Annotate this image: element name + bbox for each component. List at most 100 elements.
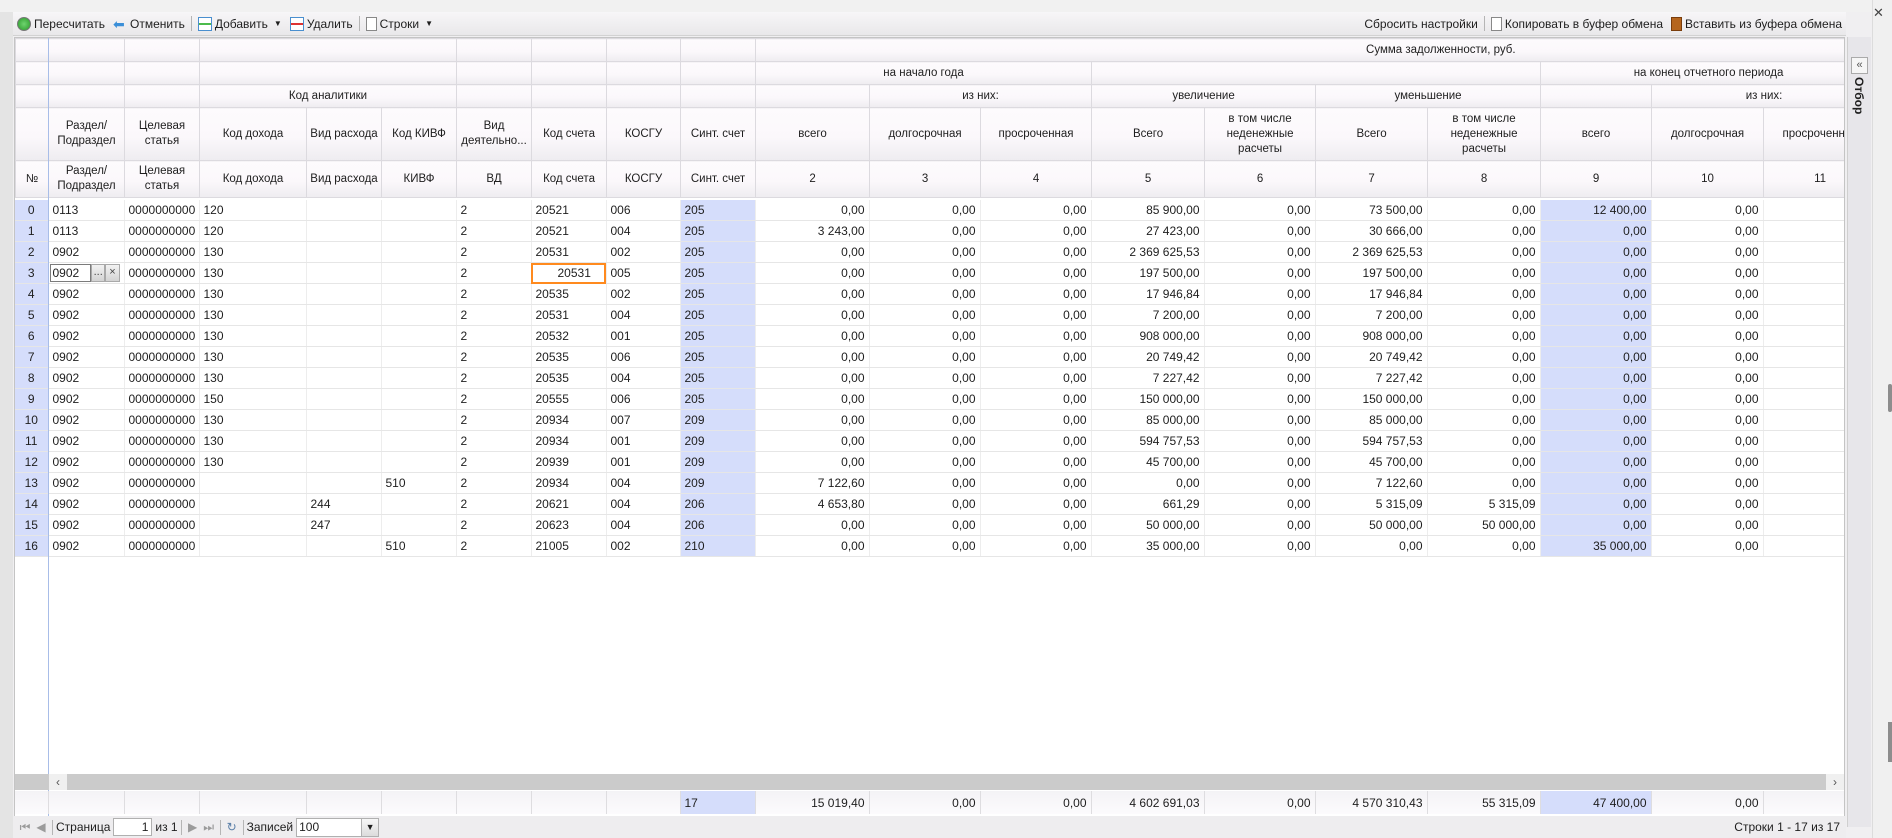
table-row[interactable]: 2 0902 0000000000 130 2 20531 002 205 0,00 0,00 0,… [15, 241, 1844, 263]
table-row[interactable]: 14 0902 0000000000 244 2 20621 004 206 4 653,80 0… [15, 493, 1844, 515]
cell[interactable]: 197 500,00 [1315, 262, 1428, 284]
cell[interactable]: 002 [606, 283, 681, 305]
cell[interactable]: 0,00 [755, 409, 870, 431]
column-header[interactable]: просроченная [1763, 107, 1844, 161]
column-header[interactable]: долгосрочная [869, 107, 982, 161]
cell[interactable]: 2 369 625,53 [1315, 241, 1428, 263]
cell[interactable]: 2 [456, 220, 532, 242]
cell[interactable]: 130 [199, 241, 307, 263]
cell[interactable]: 0,00 [1427, 409, 1541, 431]
table-row[interactable]: 15 0902 0000000000 247 2 20623 004 206 0,00 0,00 0… [15, 514, 1844, 536]
cell[interactable]: 2 [456, 241, 532, 263]
scroll-thumb[interactable] [1888, 384, 1892, 412]
cell[interactable] [306, 388, 382, 410]
cell[interactable]: 0,00 [1651, 409, 1764, 431]
cell[interactable]: 130 [199, 283, 307, 305]
cell[interactable]: 206 [680, 493, 756, 515]
cell[interactable]: 17 946,84 [1091, 283, 1205, 305]
cell[interactable]: 0,00 [1540, 262, 1652, 284]
cell[interactable]: 0,00 [869, 325, 981, 347]
cell[interactable]: 0,00 [980, 430, 1092, 452]
cell[interactable]: 2 [456, 472, 532, 494]
cell[interactable]: 661,29 [1091, 493, 1205, 515]
cell[interactable]: 0,00 [980, 535, 1092, 557]
cell[interactable]: 4 653,80 [755, 493, 870, 515]
row-number[interactable]: 9 [15, 388, 49, 410]
table-row[interactable]: 9 0902 0000000000 150 2 20555 006 205 0,00 0,00 0,… [15, 388, 1844, 410]
cell[interactable]: 0,00 [980, 346, 1092, 368]
cell[interactable]: 0,00 [1540, 241, 1652, 263]
cell[interactable] [1763, 430, 1844, 452]
cell[interactable]: 002 [606, 241, 681, 263]
cell[interactable]: 209 [680, 430, 756, 452]
cell[interactable]: 2 [456, 388, 532, 410]
cell[interactable] [306, 262, 382, 284]
cell[interactable]: 0,00 [755, 283, 870, 305]
cell[interactable]: 0000000000 [124, 241, 200, 263]
cell[interactable]: 7 200,00 [1091, 304, 1205, 326]
cell[interactable]: 0902 [48, 535, 125, 557]
cell[interactable]: 0902 [48, 346, 125, 368]
cell[interactable] [1763, 283, 1844, 305]
cell[interactable]: 0,00 [1427, 241, 1541, 263]
cell[interactable] [1763, 262, 1844, 284]
cell[interactable]: 0,00 [1651, 535, 1764, 557]
cell[interactable]: 0,00 [980, 220, 1092, 242]
cell[interactable]: 0902 [48, 430, 125, 452]
cell[interactable]: 0,00 [755, 262, 870, 284]
copy-clipboard-button[interactable]: Копировать в буфер обмена [1487, 13, 1667, 34]
cell[interactable]: 006 [606, 388, 681, 410]
column-header[interactable]: всего [755, 107, 871, 161]
cell[interactable]: 0,00 [1427, 325, 1541, 347]
prev-page-icon[interactable]: ◀ [33, 820, 49, 834]
cell[interactable]: 0000000000 [124, 325, 200, 347]
cell[interactable]: 0,00 [980, 367, 1092, 389]
cell[interactable]: 0000000000 [124, 430, 200, 452]
cell[interactable] [1763, 200, 1844, 221]
cell[interactable]: 0,00 [1204, 472, 1316, 494]
cell[interactable]: 0,00 [1651, 241, 1764, 263]
column-header[interactable]: Код счета [531, 107, 608, 161]
cell[interactable]: 0000000000 [124, 514, 200, 536]
row-number[interactable]: 7 [15, 346, 49, 368]
cell[interactable]: 002 [606, 535, 681, 557]
cell[interactable]: 594 757,53 [1315, 430, 1428, 452]
next-page-icon[interactable]: ▶ [185, 820, 201, 834]
row-number[interactable]: 2 [15, 241, 49, 263]
cell[interactable]: 0,00 [869, 472, 981, 494]
cell[interactable]: 205 [680, 241, 756, 263]
cell[interactable]: 50 000,00 [1427, 514, 1541, 536]
cell[interactable]: 2 [456, 200, 532, 221]
cell[interactable] [381, 430, 457, 452]
cell[interactable]: 130 [199, 367, 307, 389]
cell[interactable]: 0,00 [1651, 200, 1764, 221]
cell[interactable] [306, 325, 382, 347]
cell[interactable]: 0,00 [980, 283, 1092, 305]
cell[interactable]: 2 [456, 409, 532, 431]
cell[interactable]: 7 200,00 [1315, 304, 1428, 326]
cell[interactable]: 0,00 [1204, 367, 1316, 389]
cell[interactable]: 5 315,09 [1315, 493, 1428, 515]
cell[interactable]: 20535 [531, 346, 607, 368]
cell[interactable]: 0,00 [1427, 472, 1541, 494]
cell[interactable]: 006 [606, 200, 681, 221]
cell[interactable]: 0,00 [1651, 304, 1764, 326]
cell[interactable] [1763, 367, 1844, 389]
cell[interactable] [1763, 325, 1844, 347]
cell[interactable]: 0,00 [1204, 451, 1316, 473]
table-row[interactable]: 8 0902 0000000000 130 2 20535 004 205 0,00 0,00 0,… [15, 367, 1844, 389]
cell[interactable]: 0,00 [1315, 535, 1428, 557]
cell[interactable]: 0,00 [1204, 304, 1316, 326]
row-number[interactable]: 16 [15, 535, 49, 557]
table-row[interactable]: 10 0902 0000000000 130 2 20934 007 209 0,00 0,00 0… [15, 409, 1844, 431]
cell[interactable]: 0,00 [980, 451, 1092, 473]
cell[interactable]: 0000000000 [124, 367, 200, 389]
cell[interactable] [1763, 388, 1844, 410]
cell[interactable]: 20934 [531, 472, 607, 494]
cell[interactable]: 0,00 [1651, 514, 1764, 536]
cell[interactable]: 0,00 [1427, 283, 1541, 305]
cell[interactable]: 197 500,00 [1091, 262, 1205, 284]
cell[interactable]: 2 [456, 262, 532, 284]
cell[interactable]: 006 [606, 346, 681, 368]
cell[interactable]: 0,00 [1204, 200, 1316, 221]
